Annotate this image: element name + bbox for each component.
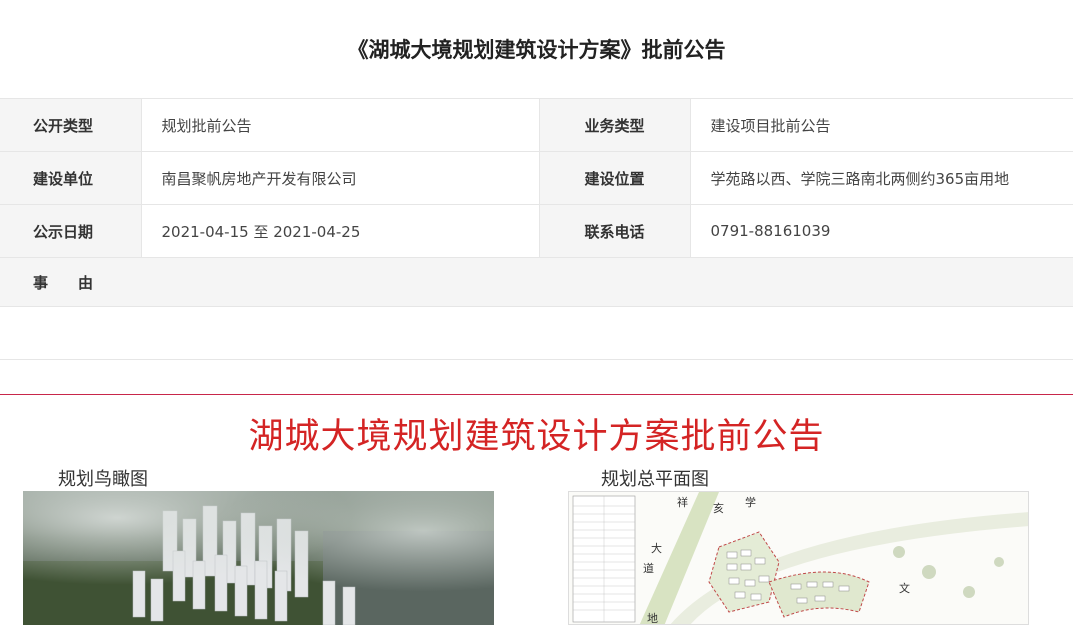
aerial-render (23, 491, 494, 625)
publish-date-label: 公示日期 (0, 204, 142, 258)
disclosure-type-value: 规划批前公告 (141, 98, 540, 152)
content-divider (0, 394, 1073, 395)
info-row: 公开类型 规划批前公告 业务类型 建设项目批前公告 (0, 98, 1073, 152)
developer-value: 南昌聚帆房地产开发有限公司 (141, 151, 540, 205)
info-row: 公示日期 2021-04-15 至 2021-04-25 联系电话 0791-8… (0, 204, 1073, 258)
location-value: 学苑路以西、学院三路南北两侧约365亩用地 (690, 151, 1073, 205)
aerial-view-image (23, 491, 494, 625)
business-type-label: 业务类型 (539, 98, 691, 152)
page-title: 《湖城大境规划建筑设计方案》批前公告 (347, 38, 726, 62)
aerial-caption: 规划鸟瞰图 (58, 469, 148, 490)
site-plan-image: 祥 亥 大 道 学 文 地 (568, 491, 1029, 625)
notice-title: 湖城大境规划建筑设计方案批前公告 (248, 417, 825, 457)
siteplan-caption: 规划总平面图 (601, 469, 709, 490)
location-label: 建设位置 (539, 151, 691, 205)
map-label: 道 (643, 561, 654, 575)
map-label: 祥 (677, 495, 688, 509)
site-plan-drawing: 祥 亥 大 道 学 文 地 (569, 492, 1028, 625)
info-table: 公开类型 规划批前公告 业务类型 建设项目批前公告 建设单位 南昌聚帆房地产开发… (0, 98, 1073, 360)
publish-date-value: 2021-04-15 至 2021-04-25 (141, 204, 540, 258)
map-label: 学 (745, 495, 756, 509)
reason-row: 事由 (0, 257, 1073, 307)
phone-value: 0791-88161039 (690, 204, 1073, 258)
business-type-value: 建设项目批前公告 (690, 98, 1073, 152)
map-label: 文 (899, 581, 910, 595)
map-label: 地 (647, 612, 658, 625)
reason-content-row (0, 306, 1073, 360)
info-row: 建设单位 南昌聚帆房地产开发有限公司 建设位置 学苑路以西、学院三路南北两侧约3… (0, 151, 1073, 205)
reason-content (0, 306, 1073, 360)
disclosure-type-label: 公开类型 (0, 98, 142, 152)
map-label: 亥 (713, 501, 724, 515)
map-label: 大 (651, 541, 662, 555)
reason-label: 事由 (33, 273, 124, 292)
phone-label: 联系电话 (539, 204, 691, 258)
developer-label: 建设单位 (0, 151, 142, 205)
